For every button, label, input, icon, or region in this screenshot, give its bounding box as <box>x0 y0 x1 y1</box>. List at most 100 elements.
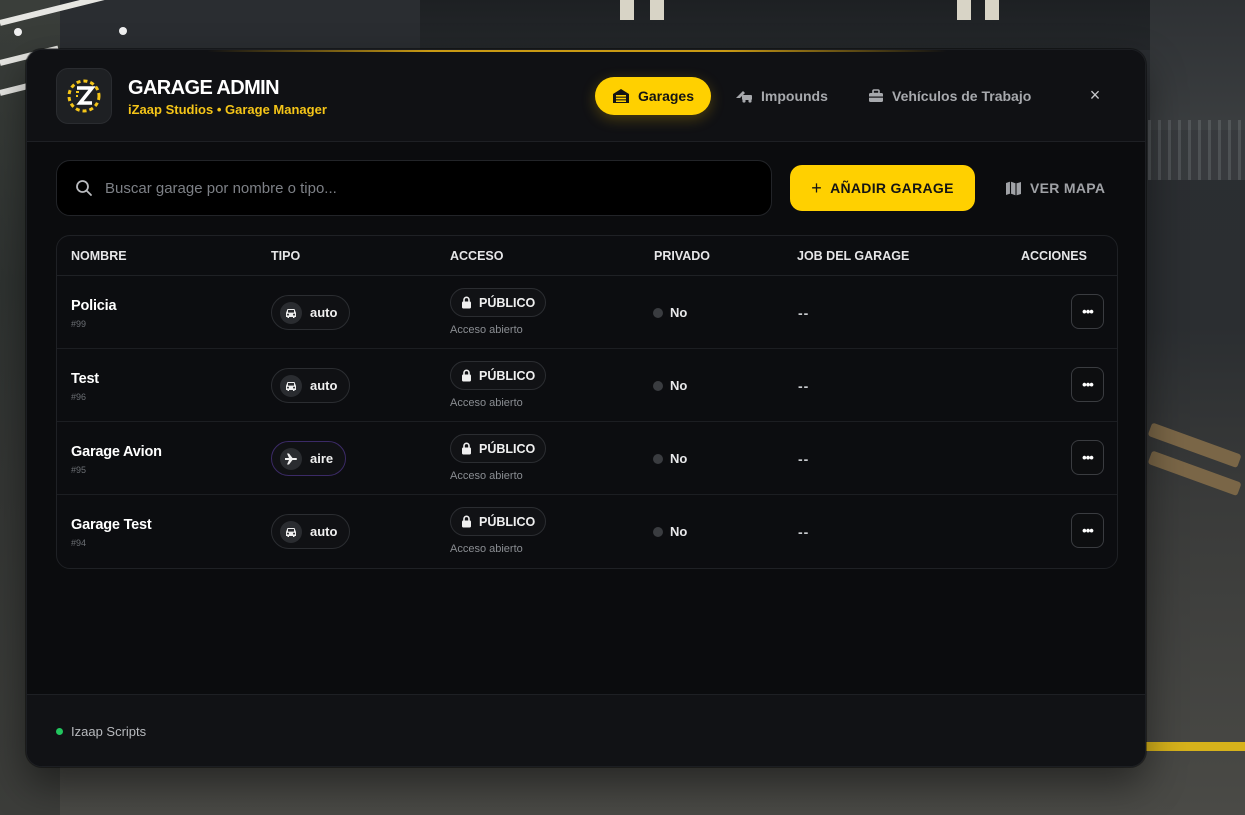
background-window <box>620 0 634 20</box>
private-label: No <box>670 305 688 320</box>
garage-name: Policia <box>71 298 117 314</box>
view-map-button[interactable]: VER MAPA <box>1005 165 1105 211</box>
panel-footer: Izaap Scripts <box>27 694 1145 766</box>
tow-truck-icon <box>736 91 752 103</box>
table-row: Garage Test #94 auto PÚBLICO Acceso abie… <box>57 495 1117 568</box>
panel-header: GARAGE ADMIN iZaap Studios • Garage Mana… <box>27 50 1145 142</box>
type-label: auto <box>310 305 338 320</box>
private-label: No <box>670 451 688 466</box>
plus-icon: + <box>811 177 823 198</box>
access-description: Acceso abierto <box>450 397 523 409</box>
access-label: PÚBLICO <box>479 514 536 529</box>
add-garage-label: AÑADIR GARAGE <box>830 180 954 196</box>
private-status: No <box>653 305 687 320</box>
lock-icon <box>462 296 471 309</box>
garage-admin-panel: GARAGE ADMIN iZaap Studios • Garage Mana… <box>26 49 1146 767</box>
car-icon <box>280 301 302 324</box>
lock-icon <box>462 515 471 528</box>
private-status-dot <box>653 307 663 318</box>
row-actions-button[interactable]: ••• <box>1071 367 1104 402</box>
garage-name: Garage Test <box>71 517 152 533</box>
access-badge: PÚBLICO <box>450 288 547 317</box>
plane-icon <box>280 447 302 470</box>
garage-icon <box>612 89 629 103</box>
column-job: JOB DEL GARAGE <box>797 249 910 263</box>
private-status-dot <box>653 526 663 537</box>
app-subtitle: iZaap Studios • Garage Manager <box>128 102 327 117</box>
garage-id: #95 <box>71 465 87 475</box>
table-row: Policia #99 auto PÚBLICO Acceso abierto … <box>57 276 1117 349</box>
private-status: No <box>653 378 687 393</box>
background-pillar <box>1148 120 1245 180</box>
car-icon <box>280 520 302 543</box>
garage-name: Garage Avion <box>71 444 162 460</box>
row-actions-button[interactable]: ••• <box>1071 513 1104 548</box>
garages-table: NOMBRE TIPO ACCESO PRIVADO JOB DEL GARAG… <box>56 235 1118 569</box>
add-garage-button[interactable]: + AÑADIR GARAGE <box>790 165 975 211</box>
background-window <box>957 0 971 20</box>
column-nombre: NOMBRE <box>71 249 127 263</box>
izaap-logo-icon <box>67 79 101 113</box>
access-badge: PÚBLICO <box>450 361 547 390</box>
tab-garages-label: Garages <box>637 88 695 104</box>
private-status: No <box>653 524 687 539</box>
garage-job: -- <box>798 305 810 321</box>
tab-impounds[interactable]: Impounds <box>735 77 828 115</box>
app-title: GARAGE ADMIN <box>128 77 280 99</box>
private-label: No <box>670 524 688 539</box>
type-badge: auto <box>271 514 351 549</box>
access-badge: PÚBLICO <box>450 434 547 463</box>
close-icon[interactable]: × <box>1085 83 1105 107</box>
garage-job: -- <box>798 524 810 540</box>
access-label: PÚBLICO <box>479 441 536 456</box>
type-label: auto <box>310 524 338 539</box>
car-icon <box>280 374 302 397</box>
lock-icon <box>462 442 471 455</box>
garage-job: -- <box>798 378 810 394</box>
private-status-dot <box>653 453 663 464</box>
app-logo <box>56 68 112 124</box>
tab-vehiculos-trabajo-label: Vehículos de Trabajo <box>892 88 1032 104</box>
background-light <box>119 27 127 35</box>
background-building <box>420 0 1245 50</box>
garage-id: #96 <box>71 392 87 402</box>
access-badge: PÚBLICO <box>450 507 547 536</box>
table-row: Test #96 auto PÚBLICO Acceso abierto No … <box>57 349 1117 422</box>
background-floor-line <box>1146 742 1245 751</box>
table-row: Garage Avion #95 aire PÚBLICO Acceso abi… <box>57 422 1117 495</box>
search-input[interactable] <box>105 161 745 215</box>
search-icon <box>76 180 92 196</box>
background-window <box>985 0 999 20</box>
background-wall <box>1150 0 1245 130</box>
row-actions-button[interactable]: ••• <box>1071 440 1104 475</box>
column-acciones: ACCIONES <box>1021 249 1087 263</box>
row-actions-button[interactable]: ••• <box>1071 294 1104 329</box>
column-privado: PRIVADO <box>654 249 711 263</box>
access-description: Acceso abierto <box>450 543 523 555</box>
search-field[interactable] <box>56 160 772 216</box>
access-label: PÚBLICO <box>479 295 536 310</box>
garage-id: #99 <box>71 319 87 329</box>
garage-job: -- <box>798 451 810 467</box>
table-header: NOMBRE TIPO ACCESO PRIVADO JOB DEL GARAG… <box>57 236 1117 276</box>
garage-name: Test <box>71 371 99 387</box>
tab-impounds-label: Impounds <box>761 88 828 104</box>
type-badge: aire <box>271 441 347 476</box>
type-badge: auto <box>271 368 351 403</box>
access-description: Acceso abierto <box>450 470 523 482</box>
tab-vehiculos-trabajo[interactable]: Vehículos de Trabajo <box>868 77 1031 115</box>
private-label: No <box>670 378 688 393</box>
background-light <box>14 28 22 36</box>
type-label: aire <box>310 451 334 466</box>
footer-label: Izaap Scripts <box>71 724 147 739</box>
column-acceso: ACCESO <box>450 249 504 263</box>
lock-icon <box>462 369 471 382</box>
type-badge: auto <box>271 295 351 330</box>
tab-garages[interactable]: Garages <box>595 77 711 115</box>
column-tipo: TIPO <box>271 249 301 263</box>
status-indicator <box>56 728 63 735</box>
view-map-label: VER MAPA <box>1030 180 1106 196</box>
briefcase-icon <box>869 89 883 102</box>
private-status: No <box>653 451 687 466</box>
access-description: Acceso abierto <box>450 324 523 336</box>
